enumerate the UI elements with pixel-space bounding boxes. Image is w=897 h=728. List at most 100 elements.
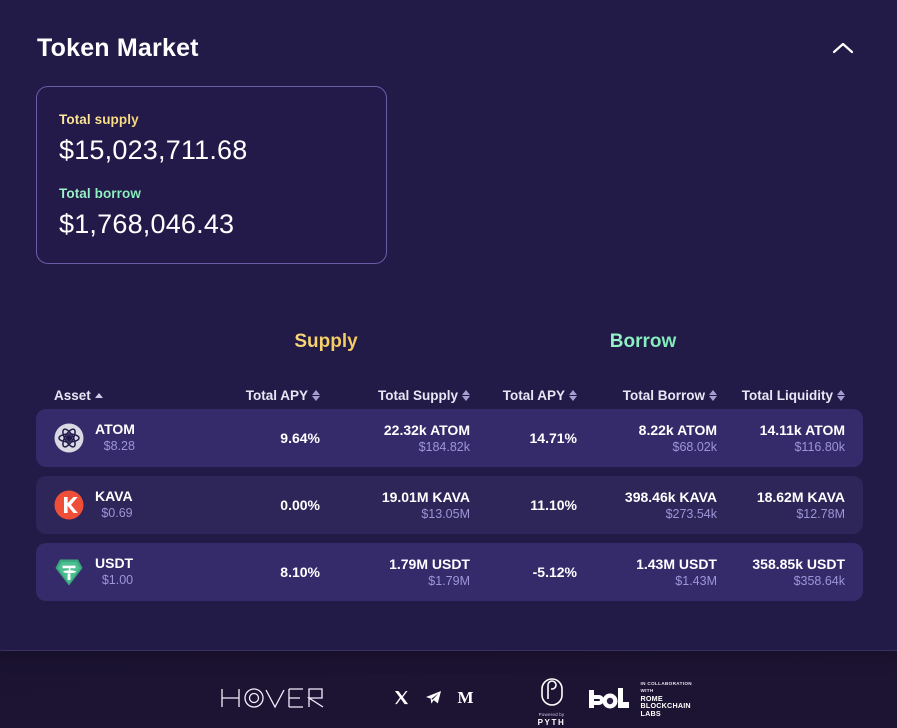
panel-content: Token Market Total supply $15,023,711.68… [1, 1, 897, 652]
asset-text: KAVA $0.69 [95, 488, 133, 522]
sort-toggle-icon [709, 389, 717, 401]
column-header-supply-apy-label: Total APY [245, 387, 308, 403]
supply-apy-value: 0.00% [280, 497, 320, 513]
sort-ascending-icon [94, 392, 103, 398]
total-borrow-cell: 8.22k ATOM $68.02k [577, 421, 717, 456]
sort-toggle-icon [569, 389, 577, 401]
total-liquidity-cell: 14.11k ATOM $116.80k [717, 421, 845, 456]
column-header-borrow-apy-label: Total APY [502, 387, 565, 403]
asset-price: $0.69 [101, 506, 133, 520]
total-liquidity-amount: 18.62M KAVA [756, 488, 845, 505]
total-borrow-usd: $68.02k [672, 439, 717, 454]
column-header-total-borrow-label: Total Borrow [622, 387, 705, 403]
stat-spacer [59, 169, 386, 185]
collapse-panel-button[interactable] [826, 31, 860, 65]
table-header-row: Asset Total APY Total Supply Total APY T… [36, 381, 863, 409]
token-market-panel: Token Market Total supply $15,023,711.68… [0, 0, 897, 651]
table-row[interactable]: ATOM $8.28 9.64% 22.32k ATOM $184.82k 14.71% 8… [36, 409, 863, 467]
total-supply-amount: 1.79M USDT [389, 555, 470, 572]
panel-header: Token Market [37, 27, 862, 69]
column-header-total-borrow[interactable]: Total Borrow [577, 388, 717, 403]
column-header-asset-label: Asset [54, 387, 91, 403]
borrow-apy-value: -5.12% [532, 564, 577, 580]
column-header-total-supply[interactable]: Total Supply [320, 388, 470, 403]
asset-symbol: USDT [95, 555, 134, 571]
total-liquidity-usd: $12.78M [796, 506, 845, 521]
pyth-name-label: PYTH [537, 717, 566, 727]
usdt-coin-icon [54, 557, 84, 587]
borrow-apy-cell: -5.12% [470, 563, 577, 581]
telegram-icon[interactable] [425, 690, 442, 705]
totals-card: Total supply $15,023,711.68 Total borrow… [36, 86, 387, 264]
sort-toggle-icon [837, 389, 845, 401]
chevron-up-icon [832, 41, 854, 55]
total-supply-amount: 19.01M KAVA [381, 488, 470, 505]
column-header-borrow-apy[interactable]: Total APY [470, 388, 577, 403]
footer-content: M Powered by PYTH IN COLLABORATION WITH … [199, 672, 699, 727]
sort-toggle-icon [312, 389, 320, 401]
hover-logomark-icon [219, 685, 337, 716]
total-supply-cell: 19.01M KAVA $13.05M [320, 488, 470, 523]
borrow-apy-value: 14.71% [529, 430, 577, 446]
asset-cell: ATOM $8.28 [54, 421, 220, 455]
total-supply-usd: $1.79M [428, 573, 470, 588]
section-titles: Supply Borrow [1, 331, 897, 359]
column-header-total-liquidity-label: Total Liquidity [741, 387, 833, 403]
total-liquidity-cell: 358.85k USDT $358.64k [717, 555, 845, 590]
column-header-asset[interactable]: Asset [54, 388, 220, 403]
total-supply-cell: 22.32k ATOM $184.82k [320, 421, 470, 456]
borrow-apy-cell: 14.71% [470, 429, 577, 447]
column-header-total-liquidity[interactable]: Total Liquidity [717, 388, 845, 403]
rbl-collab-label: IN COLLABORATION WITH [640, 680, 692, 693]
token-market-table: Asset Total APY Total Supply Total APY T… [36, 381, 863, 610]
column-header-total-supply-label: Total Supply [378, 387, 458, 403]
asset-price: $8.28 [103, 439, 135, 453]
total-supply-amount: 22.32k ATOM [383, 421, 470, 438]
borrow-apy-cell: 11.10% [470, 496, 577, 514]
asset-cell: KAVA $0.69 [54, 488, 220, 522]
asset-symbol: KAVA [95, 488, 133, 504]
medium-icon[interactable]: M [458, 688, 474, 708]
asset-text: ATOM $8.28 [95, 421, 135, 455]
x-twitter-icon[interactable] [394, 690, 409, 705]
rbl-name-line3: LABS [640, 708, 661, 718]
total-borrow-cell: 1.43M USDT $1.43M [577, 555, 717, 590]
total-borrow-amount: 398.46k KAVA [624, 488, 717, 505]
total-borrow-amount: 1.43M USDT [636, 555, 717, 572]
supply-apy-value: 8.10% [280, 564, 320, 580]
asset-text: USDT $1.00 [95, 555, 133, 589]
total-borrow-value: $1,768,046.43 [59, 209, 235, 239]
supply-apy-cell: 9.64% [220, 429, 320, 447]
site-footer: M Powered by PYTH IN COLLABORATION WITH … [0, 665, 897, 728]
borrow-section-title: Borrow [528, 331, 758, 353]
total-liquidity-cell: 18.62M KAVA $12.78M [717, 488, 845, 523]
pyth-logomark-icon [538, 677, 566, 711]
total-liquidity-usd: $358.64k [793, 573, 845, 588]
table-row[interactable]: KAVA $0.69 0.00% 19.01M KAVA $13.05M 11.10% 39… [36, 476, 863, 534]
supply-apy-cell: 0.00% [220, 496, 320, 514]
table-body: ATOM $8.28 9.64% 22.32k ATOM $184.82k 14.71% 8… [36, 409, 863, 601]
table-row[interactable]: USDT $1.00 8.10% 1.79M USDT $1.79M -5.12% 1.43… [36, 543, 863, 601]
total-supply-usd: $13.05M [421, 506, 470, 521]
column-header-supply-apy[interactable]: Total APY [220, 388, 320, 403]
total-borrow-usd: $1.43M [675, 573, 717, 588]
total-supply-label: Total supply [59, 111, 386, 129]
page-title: Token Market [37, 34, 199, 62]
total-borrow-usd: $273.54k [665, 506, 717, 521]
total-liquidity-amount: 14.11k ATOM [759, 421, 845, 438]
pyth-badge[interactable]: Powered by PYTH [524, 677, 580, 727]
rbl-text-block: IN COLLABORATION WITH ROME BLOCKCHAIN LA… [641, 680, 699, 718]
supply-apy-cell: 8.10% [220, 563, 320, 581]
asset-cell: USDT $1.00 [54, 555, 220, 589]
rome-blockchain-labs-badge[interactable]: IN COLLABORATION WITH ROME BLOCKCHAIN LA… [587, 680, 699, 718]
total-borrow-label: Total borrow [59, 185, 386, 203]
supply-apy-value: 9.64% [280, 430, 320, 446]
supply-section-title: Supply [211, 331, 441, 353]
app-root: Token Market Total supply $15,023,711.68… [0, 0, 897, 728]
asset-symbol: ATOM [95, 421, 135, 437]
total-borrow-amount: 8.22k ATOM [638, 421, 717, 438]
social-links: M [394, 688, 474, 708]
asset-price: $1.00 [101, 573, 134, 587]
hover-logo[interactable] [219, 685, 337, 716]
total-supply-value: $15,023,711.68 [59, 135, 248, 165]
